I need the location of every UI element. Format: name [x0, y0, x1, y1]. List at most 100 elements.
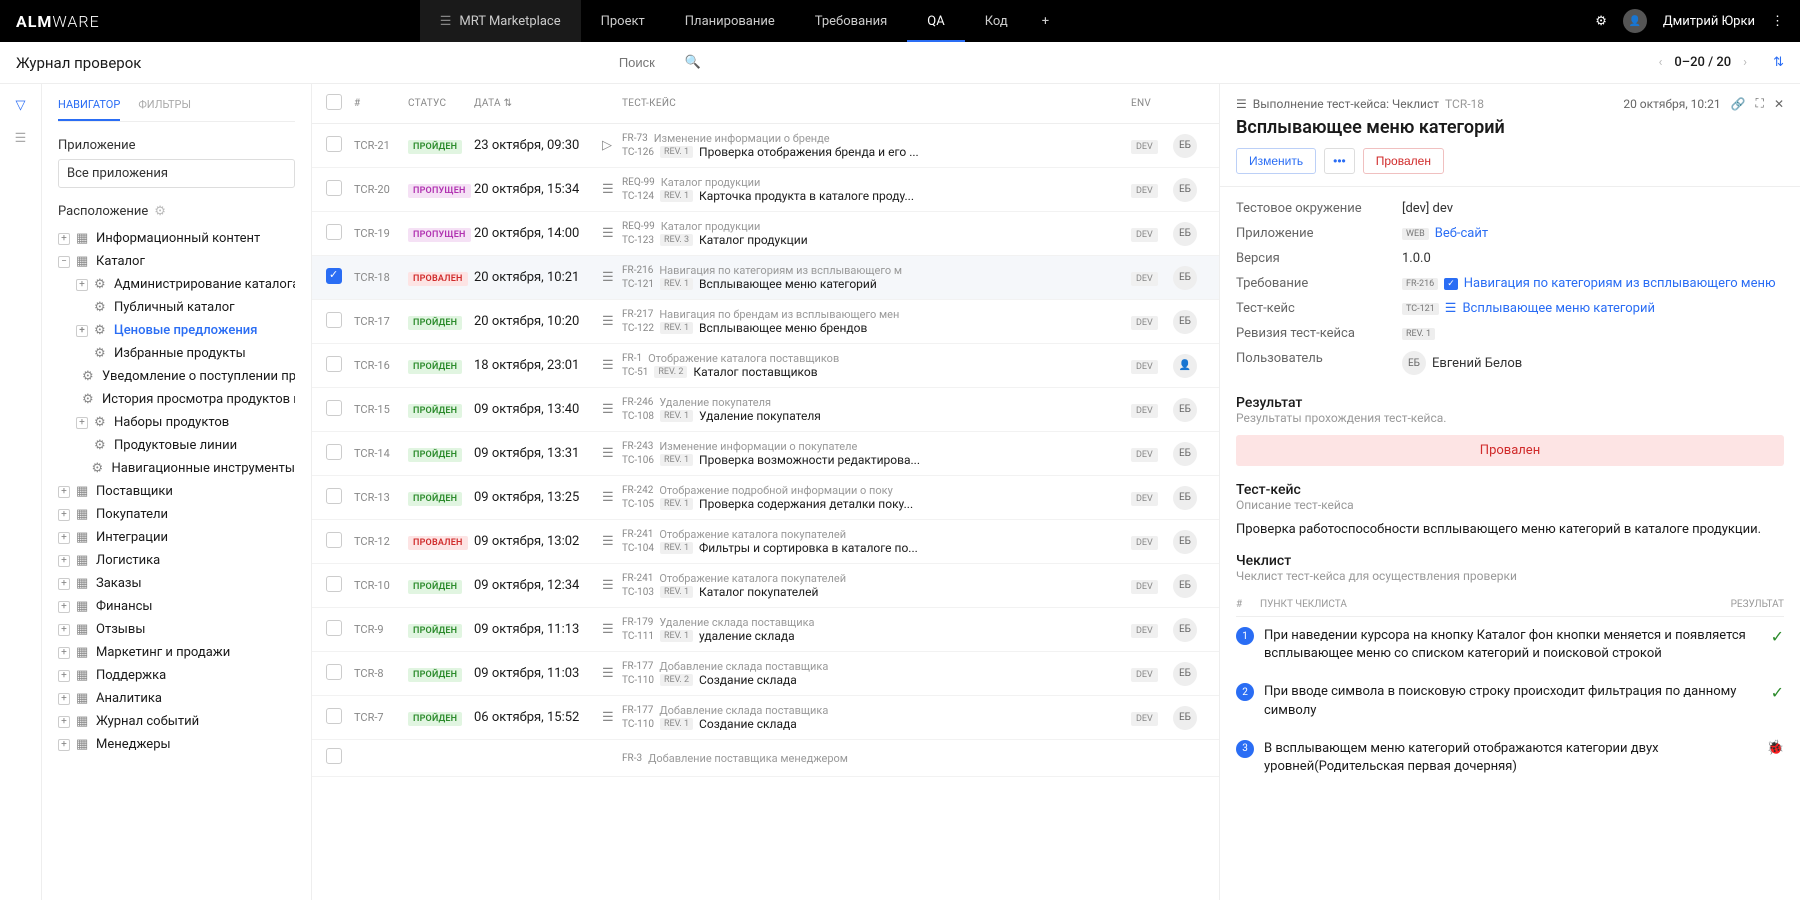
row-checkbox[interactable]	[326, 620, 342, 636]
table-row[interactable]: TCR-21ПРОЙДЕН23 октября, 09:30▷FR-73Изме…	[312, 124, 1219, 168]
table-row[interactable]: TCR-16ПРОЙДЕН18 октября, 23:01☰FR-1Отобр…	[312, 344, 1219, 388]
tree-toggle-icon[interactable]: +	[58, 601, 70, 613]
edit-button[interactable]: Изменить	[1236, 148, 1316, 174]
tree-toggle-icon[interactable]: +	[58, 624, 70, 636]
tree-item[interactable]: +▦Менеджеры	[58, 733, 295, 756]
app-link[interactable]: Веб-сайт	[1435, 226, 1488, 241]
tree-item[interactable]: +▦Интеграции	[58, 526, 295, 549]
table-row[interactable]: TCR-10ПРОЙДЕН09 октября, 12:34☰FR-241Ото…	[312, 564, 1219, 608]
table-row[interactable]: TCR-15ПРОЙДЕН09 октября, 13:40☰FR-246Уда…	[312, 388, 1219, 432]
tree-toggle-icon[interactable]: +	[58, 693, 70, 705]
row-checkbox[interactable]	[326, 180, 342, 196]
row-checkbox[interactable]	[326, 268, 342, 284]
table-row[interactable]: TCR-18ПРОВАЛЕН20 октября, 10:21☰FR-216На…	[312, 256, 1219, 300]
nav-item[interactable]: Требования	[795, 0, 908, 42]
tree-item[interactable]: +▦Аналитика	[58, 687, 295, 710]
row-checkbox[interactable]	[326, 576, 342, 592]
gear-icon[interactable]: ⚙	[154, 204, 166, 219]
table-row[interactable]: TCR-12ПРОВАЛЕН09 октября, 13:02☰FR-241От…	[312, 520, 1219, 564]
tree-toggle-icon[interactable]: −	[58, 256, 70, 268]
tab-filters[interactable]: ФИЛЬТРЫ	[138, 98, 191, 121]
gear-icon[interactable]: ⚙	[1595, 14, 1607, 29]
col-id[interactable]: #	[354, 98, 408, 109]
col-testcase[interactable]: ТЕСТ-КЕЙС	[622, 98, 1131, 109]
tree-toggle-icon[interactable]: +	[76, 325, 88, 337]
tree-item[interactable]: +▦Покупатели	[58, 503, 295, 526]
tree-item[interactable]: +▦Поставщики	[58, 480, 295, 503]
kebab-icon[interactable]: ⋮	[1771, 14, 1784, 29]
tree-toggle-icon[interactable]: +	[58, 532, 70, 544]
select-all-checkbox[interactable]	[326, 94, 342, 110]
tree-item[interactable]: ⚙Навигационные инструменты	[76, 457, 295, 480]
tree-item[interactable]: +⚙Наборы продуктов	[76, 411, 295, 434]
sort-icon[interactable]: ⇅	[1773, 55, 1784, 70]
tree-item[interactable]: +▦Отзывы	[58, 618, 295, 641]
tree-toggle-icon[interactable]: +	[58, 578, 70, 590]
search-icon[interactable]: 🔍	[685, 55, 701, 70]
tree-item[interactable]: +▦Финансы	[58, 595, 295, 618]
table-row[interactable]: TCR-19ПРОПУЩЕН20 октября, 14:00☰REQ-99Ка…	[312, 212, 1219, 256]
tc-link[interactable]: Всплывающее меню категорий	[1462, 301, 1655, 316]
row-checkbox[interactable]	[326, 136, 342, 152]
req-link[interactable]: Навигация по категориям из всплывающего …	[1464, 276, 1776, 291]
nav-item[interactable]: Планирование	[665, 0, 795, 42]
row-checkbox[interactable]	[326, 444, 342, 460]
tree-item[interactable]: ⚙Публичный каталог	[76, 296, 295, 319]
next-page-icon[interactable]: ›	[1743, 55, 1747, 70]
row-checkbox[interactable]	[326, 708, 342, 724]
tree-toggle-icon[interactable]: +	[58, 716, 70, 728]
tree-toggle-icon[interactable]: +	[58, 739, 70, 751]
table-row[interactable]: TCR-13ПРОЙДЕН09 октября, 13:25☰FR-242Ото…	[312, 476, 1219, 520]
filter-icon[interactable]: ▽	[16, 98, 26, 113]
row-checkbox[interactable]	[326, 224, 342, 240]
tree-toggle-icon[interactable]: +	[76, 279, 88, 291]
tree-toggle-icon[interactable]: +	[58, 486, 70, 498]
tree-toggle-icon[interactable]: +	[58, 647, 70, 659]
row-checkbox[interactable]	[326, 400, 342, 416]
table-row[interactable]: FR-3Добавление поставщика менеджером	[312, 740, 1219, 777]
tree-toggle-icon[interactable]: +	[58, 555, 70, 567]
app-select[interactable]: Все приложения	[58, 159, 295, 188]
col-date[interactable]: ДАТА ⇅	[474, 98, 602, 109]
tree-toggle-icon[interactable]: +	[76, 417, 88, 429]
tree-toggle-icon[interactable]: +	[58, 509, 70, 521]
add-tab-button[interactable]: +	[1028, 0, 1063, 42]
table-row[interactable]: TCR-20ПРОПУЩЕН20 октября, 15:34☰REQ-99Ка…	[312, 168, 1219, 212]
search-input[interactable]	[619, 55, 679, 70]
nav-item[interactable]: ☰MRT Marketplace	[420, 0, 581, 42]
row-checkbox[interactable]	[326, 748, 342, 764]
col-status[interactable]: СТАТУС	[408, 98, 474, 109]
table-row[interactable]: TCR-17ПРОЙДЕН20 октября, 10:20☰FR-217Нав…	[312, 300, 1219, 344]
row-checkbox[interactable]	[326, 356, 342, 372]
tab-navigator[interactable]: НАВИГАТОР	[58, 98, 120, 121]
row-checkbox[interactable]	[326, 532, 342, 548]
table-row[interactable]: TCR-8ПРОЙДЕН09 октября, 11:03☰FR-177Доба…	[312, 652, 1219, 696]
tree-item[interactable]: +▦Маркетинг и продажи	[58, 641, 295, 664]
row-checkbox[interactable]	[326, 312, 342, 328]
nav-item[interactable]: QA	[907, 0, 964, 42]
tree-item[interactable]: +⚙Ценовые предложения	[76, 319, 295, 342]
row-checkbox[interactable]	[326, 664, 342, 680]
tree-toggle-icon[interactable]: +	[58, 670, 70, 682]
tree-item[interactable]: ⚙Избранные продукты	[76, 342, 295, 365]
tree-item[interactable]: +▦Заказы	[58, 572, 295, 595]
tree-item[interactable]: ⚙История просмотра продуктов поку...	[76, 388, 295, 411]
nav-item[interactable]: Проект	[581, 0, 665, 42]
avatar[interactable]: 👤	[1623, 9, 1647, 33]
tree-item[interactable]: +⚙Администрирование каталога (PIM)	[76, 273, 295, 296]
table-row[interactable]: TCR-14ПРОЙДЕН09 октября, 13:31☰FR-243Изм…	[312, 432, 1219, 476]
prev-page-icon[interactable]: ‹	[1658, 55, 1662, 70]
expand-icon[interactable]: ⛶	[1756, 96, 1764, 111]
more-button[interactable]: •••	[1324, 148, 1355, 174]
col-env[interactable]: ENV	[1131, 98, 1173, 109]
link-icon[interactable]: 🔗	[1731, 97, 1746, 111]
tree-item[interactable]: ⚙Уведомление о поступлении продукта	[76, 365, 295, 388]
tree-item[interactable]: +▦Поддержка	[58, 664, 295, 687]
tree-item[interactable]: +▦Логистика	[58, 549, 295, 572]
nav-item[interactable]: Код	[965, 0, 1028, 42]
tree-item[interactable]: +▦Информационный контент	[58, 227, 295, 250]
tree-item[interactable]: +▦Журнал событий	[58, 710, 295, 733]
tree-toggle-icon[interactable]: +	[58, 233, 70, 245]
row-checkbox[interactable]	[326, 488, 342, 504]
table-row[interactable]: TCR-7ПРОЙДЕН06 октября, 15:52☰FR-177Доба…	[312, 696, 1219, 740]
